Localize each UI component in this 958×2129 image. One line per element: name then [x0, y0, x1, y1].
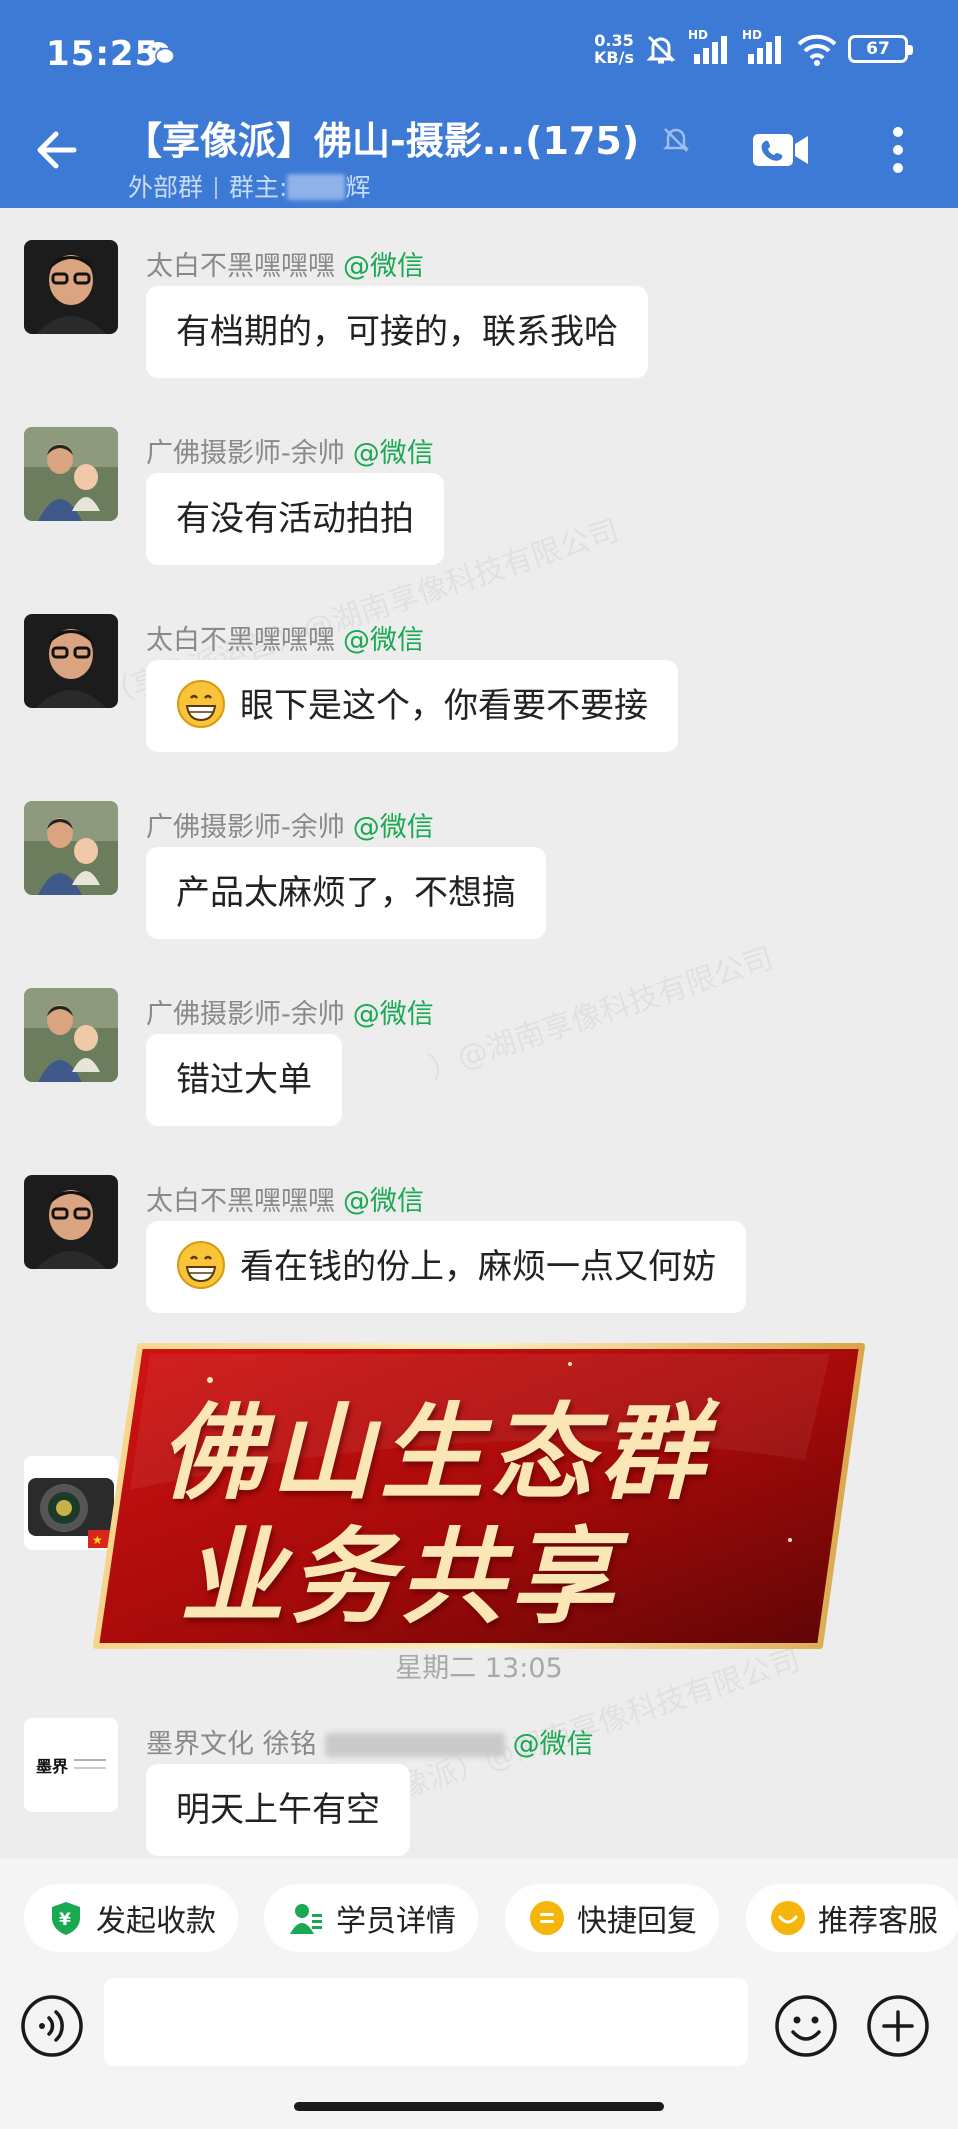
- avatar[interactable]: [24, 427, 118, 521]
- message-bubble[interactable]: 有档期的，可接的，联系我哈: [146, 286, 648, 378]
- avatar[interactable]: [24, 801, 118, 895]
- bell-off-icon: [646, 35, 676, 64]
- plus-icon[interactable]: [866, 1994, 930, 2058]
- message-bubble[interactable]: 错过大单: [146, 1034, 342, 1126]
- more-options-icon[interactable]: [880, 124, 916, 176]
- quick-reply-icon: [530, 1901, 564, 1935]
- sender-name: 太白不黑嘿嘿嘿 @微信: [146, 251, 424, 282]
- clock: 15:25: [46, 34, 160, 74]
- message-input[interactable]: [104, 1978, 748, 2066]
- status-icons: 0.35 KB/s HD HD 67: [594, 28, 913, 67]
- svg-text:墨界: 墨界: [36, 1757, 68, 1776]
- message-bubble[interactable]: 明天上午有空: [146, 1764, 410, 1856]
- avatar[interactable]: 墨界: [24, 1718, 118, 1812]
- divider: [215, 177, 218, 199]
- blurred-name: [324, 1733, 505, 1757]
- wifi-icon: [797, 34, 837, 66]
- grin-emoji-icon: [177, 680, 225, 728]
- message-bubble[interactable]: 产品太麻烦了，不想搞: [146, 847, 546, 939]
- battery-indicator: 67: [848, 35, 913, 63]
- promo-banner[interactable]: 佛山生态群 业务共享: [90, 1340, 870, 1652]
- avatar[interactable]: [24, 614, 118, 708]
- svg-text:¥: ¥: [59, 1910, 71, 1930]
- chat-title[interactable]: 【享像派】佛山-摄影...(175): [124, 110, 639, 165]
- video-call-icon[interactable]: [752, 130, 810, 170]
- input-bar: [0, 1976, 958, 2129]
- status-bar: 15:25 0.35 KB/s HD HD 67: [0, 0, 958, 104]
- voice-input-icon[interactable]: [20, 1994, 84, 2058]
- mute-bell-icon: [662, 128, 690, 152]
- back-arrow-icon[interactable]: [30, 122, 86, 178]
- chat-subtitle: 外部群 群主: 辉: [128, 173, 371, 202]
- grin-emoji-icon: [177, 1241, 225, 1289]
- service-icon: [771, 1901, 805, 1935]
- blurred-owner-name: [287, 174, 346, 200]
- sender-name: 广佛摄影师-余帅 @微信: [146, 438, 434, 469]
- net-speed: 0.35 KB/s: [594, 31, 634, 67]
- student-icon: [290, 1904, 322, 1934]
- quick-reply-button[interactable]: 快捷回复: [505, 1884, 719, 1952]
- payment-icon: ¥: [52, 1902, 80, 1935]
- sender-name: 广佛摄影师-余帅 @微信: [146, 999, 434, 1030]
- message-bubble[interactable]: 看在钱的份上，麻烦一点又何妨: [146, 1221, 746, 1313]
- avatar[interactable]: [24, 1175, 118, 1269]
- banner-line-2: 业务共享: [180, 1516, 621, 1638]
- sender-name: 广佛摄影师-余帅 @微信: [146, 812, 434, 843]
- avatar[interactable]: [24, 988, 118, 1082]
- message-bubble[interactable]: 眼下是这个，你看要不要接: [146, 660, 678, 752]
- wechat-notification-icon: [147, 42, 175, 65]
- avatar[interactable]: [24, 240, 118, 334]
- student-details-button[interactable]: 学员详情: [264, 1884, 478, 1952]
- sender-name: 太白不黑嘿嘿嘿 @微信: [146, 1186, 424, 1217]
- start-payment-button[interactable]: ¥ 发起收款: [24, 1884, 238, 1952]
- message-bubble[interactable]: 有没有活动拍拍: [146, 473, 444, 565]
- emoji-icon[interactable]: [774, 1994, 838, 2058]
- watermark: ）@湖南享像科技有限公司: [424, 941, 778, 1086]
- sender-name: 墨界文化 徐铭 @微信: [146, 1729, 594, 1760]
- sender-name: 太白不黑嘿嘿嘿 @微信: [146, 625, 424, 656]
- recommend-service-button[interactable]: 推荐客服: [746, 1884, 958, 1952]
- signal-2-icon: HD: [742, 28, 786, 66]
- signal-1-icon: HD: [688, 28, 732, 66]
- home-indicator[interactable]: [294, 2102, 664, 2111]
- quick-actions-bar: ¥ 发起收款 学员详情 快捷回复 推荐客服: [0, 1858, 958, 1976]
- chat-header: 15:25 0.35 KB/s HD HD 67 【享像派】佛山-摄影...(1…: [0, 0, 958, 208]
